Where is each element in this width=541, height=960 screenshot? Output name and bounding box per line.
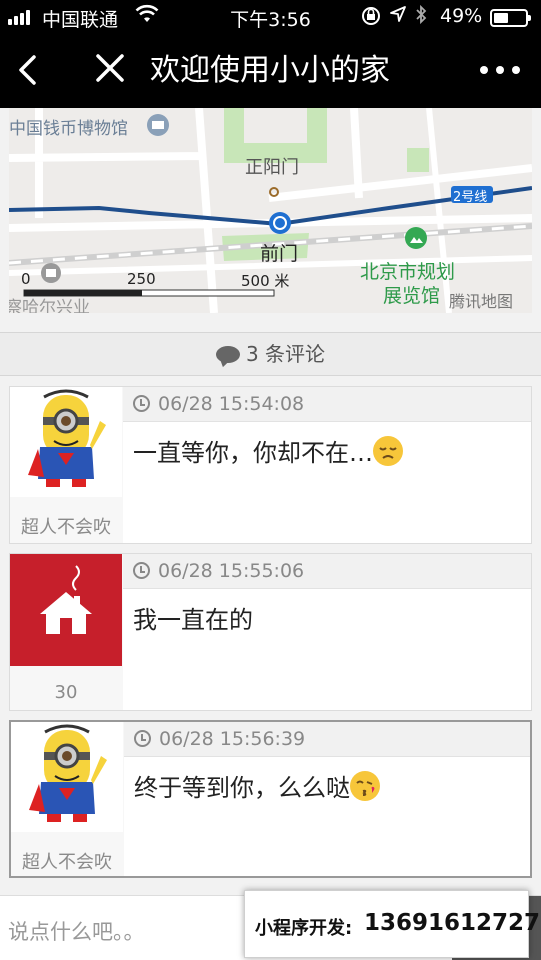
map-brand: 腾讯地图 <box>449 292 514 311</box>
map-label-planning-2: 展览馆 <box>383 285 441 307</box>
battery-icon <box>490 9 531 27</box>
map-scale-250: 250 <box>127 270 156 288</box>
comment-text-row: 终于等到你，么么哒 <box>134 768 380 803</box>
promo-banner: 小程序开发: 13691612727 <box>244 890 540 958</box>
comment-count: 3 <box>245 342 259 366</box>
pensive-face-icon <box>373 436 403 466</box>
avatar <box>10 554 122 666</box>
comment-text: 我一直在的 <box>133 606 253 634</box>
map-label-museum: 中国钱币博物馆 <box>9 119 128 139</box>
comment-time: 06/28 15:55:06 <box>158 560 305 582</box>
map-label-street: 察哈尔兴业 <box>9 298 90 313</box>
map-label-line2: 2号线 <box>453 190 488 205</box>
status-bar: 中国联通 下午3:56 49% <box>0 0 541 34</box>
comment-item[interactable]: 超人不会吹 06/28 15:54:08 一直等你，你却不在… <box>9 386 532 544</box>
close-icon[interactable] <box>94 50 126 94</box>
promo-label: 小程序开发: <box>255 918 353 939</box>
comment-text: 一直等你，你却不在… <box>133 439 373 467</box>
comment-username: 超人不会吹 <box>21 517 111 538</box>
comment-username: 30 <box>54 682 78 703</box>
page-title: 欢迎使用小小的家 <box>150 53 390 88</box>
avatar <box>11 722 123 832</box>
rotation-lock-icon <box>360 3 382 32</box>
promo-phone: 13691612727 <box>364 910 541 936</box>
map-scale-0: 0 <box>21 270 31 288</box>
comment-meta: 06/28 15:55:06 <box>123 554 531 589</box>
comment-item[interactable]: 30 06/28 15:55:06 我一直在的 <box>9 553 532 711</box>
comment-time: 06/28 15:54:08 <box>158 393 305 415</box>
comment-meta: 06/28 15:56:39 <box>124 722 530 757</box>
avatar <box>10 387 122 497</box>
map-label-qianmen: 前门 <box>260 243 299 265</box>
clock-icon <box>134 730 151 747</box>
comment-count-bar: 3 条评论 <box>0 332 541 376</box>
comment-meta: 06/28 15:54:08 <box>123 387 531 422</box>
clock-icon <box>133 395 150 412</box>
kissing-face-icon <box>350 771 380 801</box>
map-label-planning-1: 北京市规划 <box>360 261 456 283</box>
comment-item[interactable]: 超人不会吹 06/28 15:56:39 终于等到你，么么哒 <box>9 720 532 878</box>
more-options-icon[interactable] <box>478 52 522 95</box>
comment-username: 超人不会吹 <box>22 852 112 873</box>
clock-icon <box>133 562 150 579</box>
map-scale-500: 500 米 <box>241 272 290 290</box>
comment-bubble-icon <box>215 346 240 363</box>
comment-time: 06/28 15:56:39 <box>159 728 306 750</box>
location-map[interactable]: 中国钱币博物馆 正阳门 2号线 前门 北京市规划 展览馆 察哈尔兴业 腾讯地图 … <box>9 108 532 313</box>
back-icon[interactable] <box>14 52 40 95</box>
comment-text-row: 我一直在的 <box>133 600 253 635</box>
comment-count-label: 条评论 <box>265 342 326 366</box>
navigation-bar: 欢迎使用小小的家 <box>0 34 541 108</box>
map-label-zhengyangmen: 正阳门 <box>245 157 299 178</box>
comment-text: 终于等到你，么么哒 <box>134 774 350 802</box>
bluetooth-icon <box>414 4 428 31</box>
comment-text-row: 一直等你，你却不在… <box>133 433 403 468</box>
location-arrow-icon <box>389 4 407 29</box>
comment-input[interactable]: 说点什么吧。。 <box>8 916 145 946</box>
battery-percent: 49% <box>440 5 483 27</box>
